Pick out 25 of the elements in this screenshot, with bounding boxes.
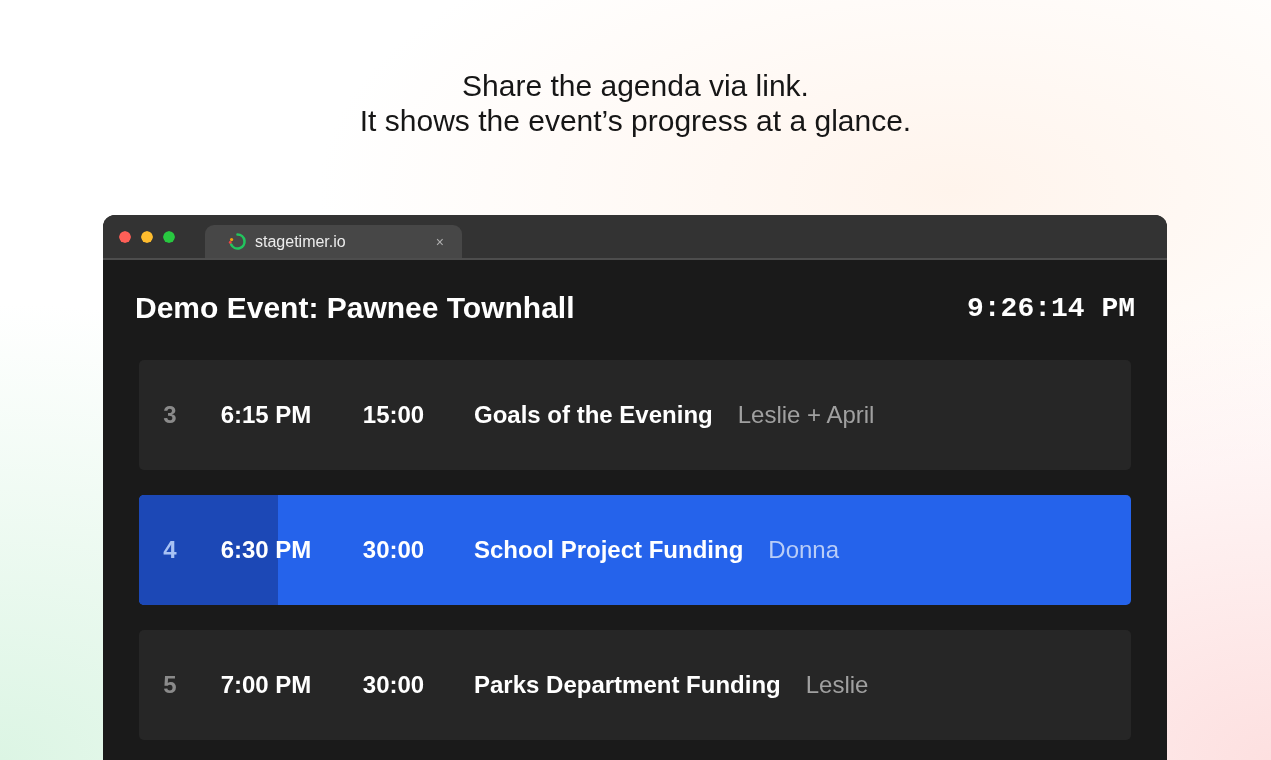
browser-tab[interactable]: stagetimer.io × <box>205 225 462 258</box>
duration-text: 15:00 <box>362 401 425 429</box>
item-title: School Project Funding <box>474 536 744 564</box>
speaker-name: Leslie + April <box>737 401 875 429</box>
headline-text: Share the agenda via link. <box>462 68 809 103</box>
headline-text: It shows the event’s progress at a glance. <box>359 103 912 138</box>
speaker-name: Leslie <box>805 671 869 699</box>
duration-text: 30:00 <box>362 536 425 564</box>
clock-text: 9:26:14 PM <box>966 292 1135 324</box>
close-tab-button[interactable]: × <box>433 233 446 250</box>
item-title: Parks Department Funding <box>474 671 781 699</box>
maximize-window-icon[interactable] <box>163 231 175 243</box>
start-time: 6:15 PM <box>220 401 312 429</box>
minimize-window-icon[interactable] <box>141 231 153 243</box>
start-time: 7:00 PM <box>220 671 312 699</box>
timer-ring-icon <box>228 232 247 251</box>
event-title: Demo Event: Pawnee Townhall <box>135 291 575 325</box>
item-number: 3 <box>163 401 177 429</box>
close-window-icon[interactable] <box>119 231 131 243</box>
duration-text: 30:00 <box>362 671 425 699</box>
item-title: Goals of the Evening <box>474 401 713 429</box>
item-number: 4 <box>163 536 177 564</box>
start-time: 6:30 PM <box>220 536 312 564</box>
speaker-name: Donna <box>768 536 840 564</box>
item-number: 5 <box>163 671 177 699</box>
